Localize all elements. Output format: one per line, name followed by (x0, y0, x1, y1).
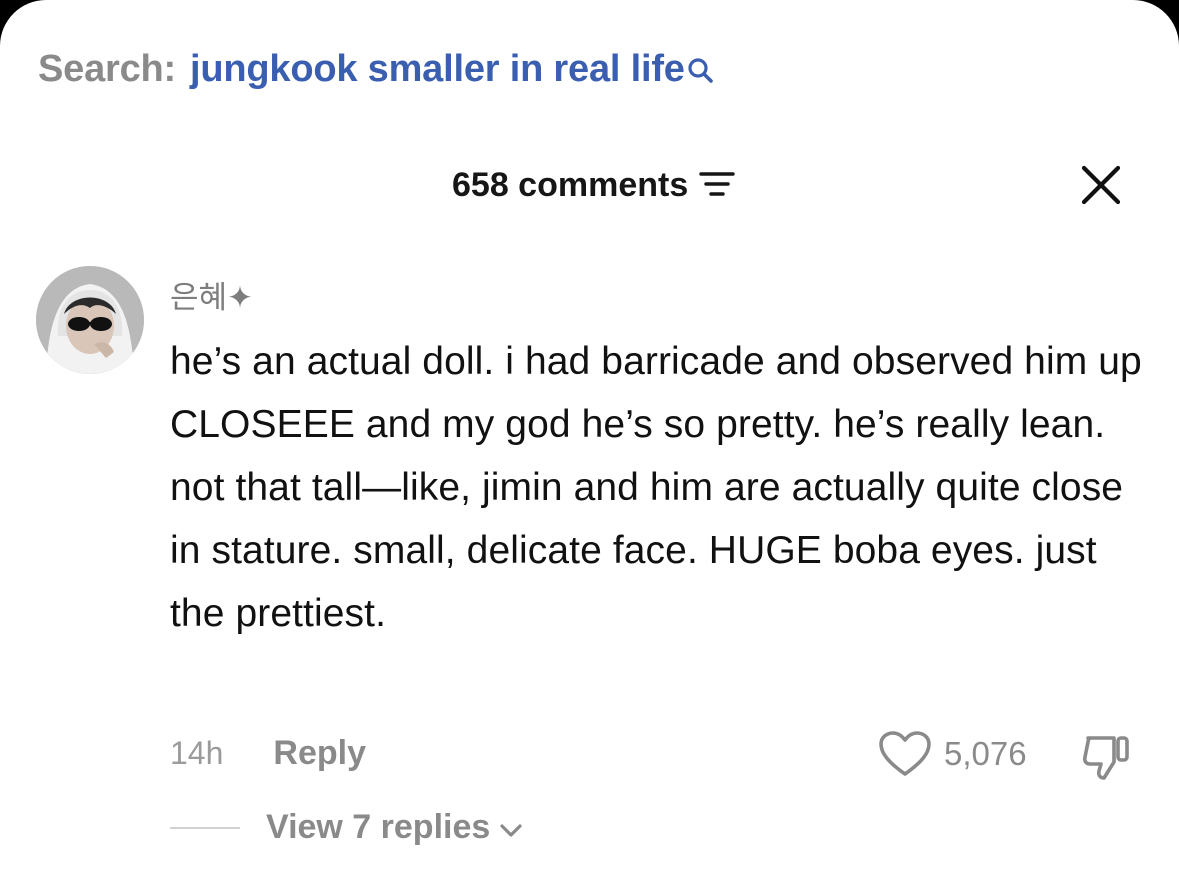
comment-username[interactable]: 은혜✦ (170, 272, 253, 317)
comment-body: he’s an actual doll. i had barricade and… (170, 340, 1142, 635)
search-icon[interactable] (687, 52, 715, 95)
chevron-down-icon (500, 823, 522, 837)
close-button[interactable] (1078, 162, 1124, 208)
filter-lines-icon[interactable] (698, 168, 736, 207)
reply-button[interactable]: Reply (273, 734, 366, 773)
dislike-button[interactable] (1080, 732, 1134, 782)
comment-timestamp: 14h (170, 735, 224, 771)
comments-header: 658 comments (0, 162, 1179, 212)
comment-count-title[interactable]: 658 comments (452, 164, 736, 207)
search-suggestion[interactable]: Search: jungkook smaller in real life (38, 48, 715, 95)
replies-divider (170, 826, 240, 829)
comments-sheet: Search: jungkook smaller in real life 65… (0, 0, 1179, 889)
search-query-link[interactable]: jungkook smaller in real life (190, 48, 685, 91)
close-icon (1081, 165, 1121, 205)
comment-count-label: 658 comments (452, 166, 689, 204)
comment-meta: 14h Reply (170, 734, 366, 773)
thumbs-down-icon (1082, 736, 1129, 780)
search-label: Search: (38, 48, 177, 90)
view-replies-button[interactable]: View 7 replies (266, 808, 524, 847)
view-replies-label: View 7 replies (266, 808, 491, 846)
like-button[interactable]: 5,076 (878, 730, 1027, 778)
avatar[interactable] (36, 266, 144, 374)
like-count: 5,076 (944, 735, 1027, 772)
replies-row: View 7 replies (170, 808, 524, 847)
heart-icon (879, 731, 931, 776)
